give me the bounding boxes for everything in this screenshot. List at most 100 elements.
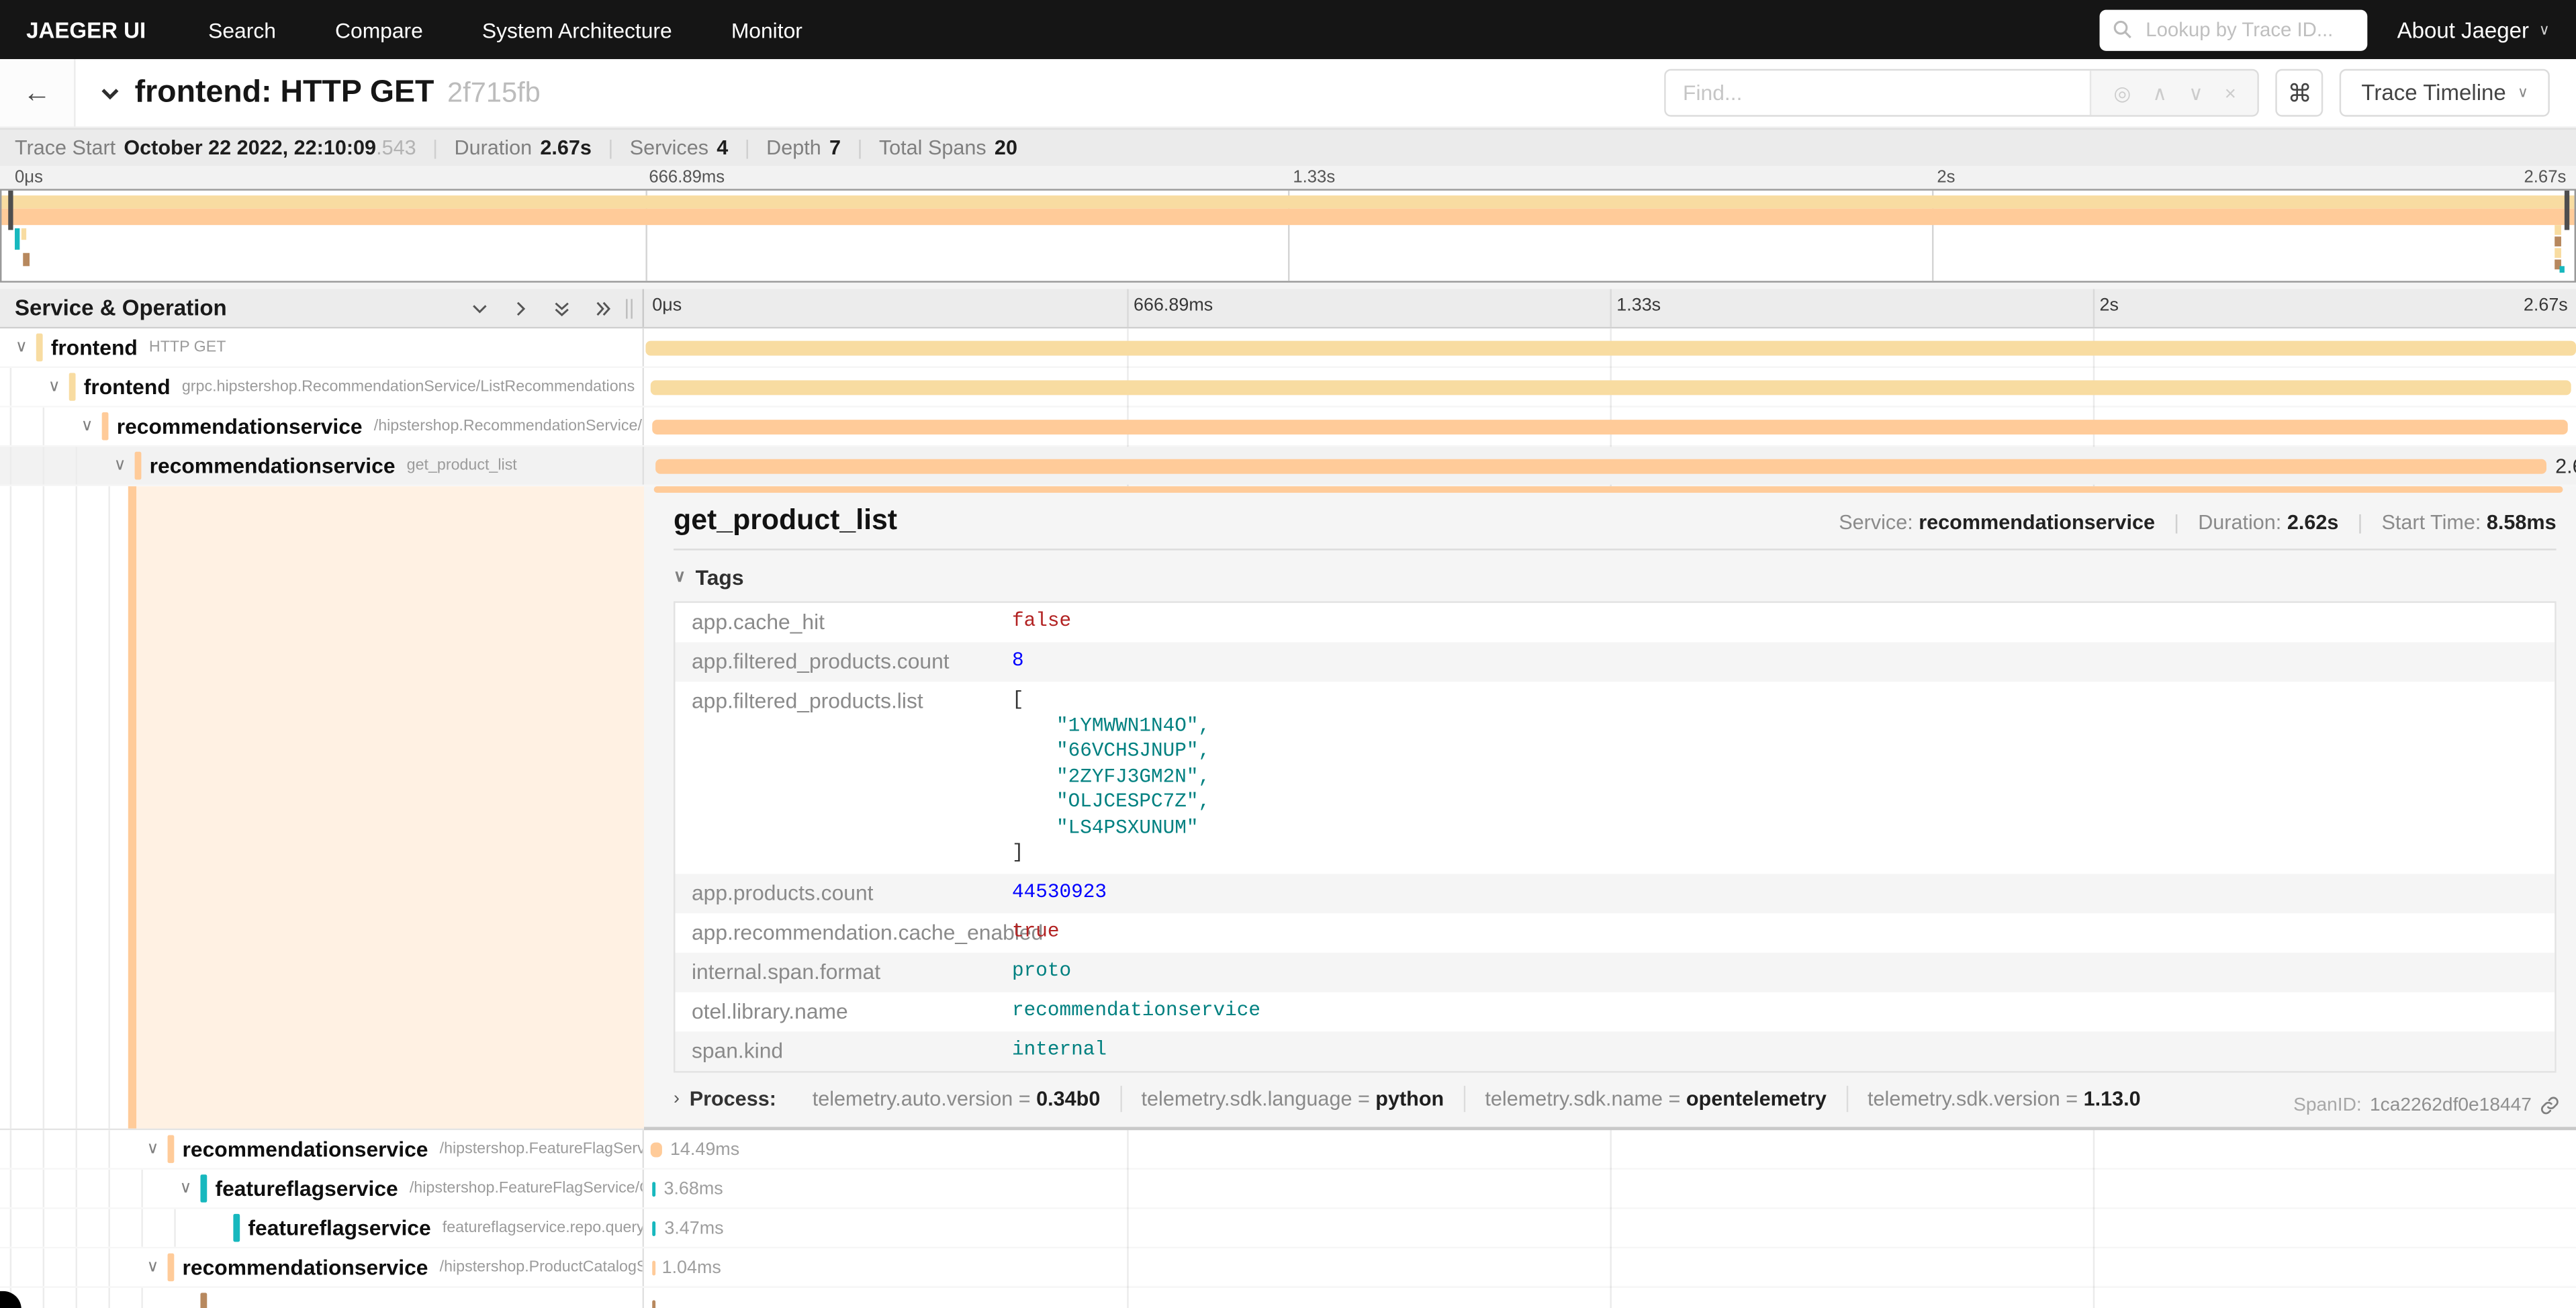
left-scrubber-handle[interactable] bbox=[8, 191, 13, 230]
timeline-minimap[interactable] bbox=[0, 189, 2576, 282]
back-button[interactable]: ← bbox=[0, 59, 76, 126]
span-row[interactable]: ∨recommendationservice/hipstershop.Produ… bbox=[0, 1248, 2576, 1288]
span-bar[interactable] bbox=[651, 1141, 662, 1156]
span-row[interactable]: ∨recommendationservice/hipstershop.Recom… bbox=[0, 408, 2576, 447]
tag-row[interactable]: app.products.count44530923 bbox=[675, 873, 2555, 913]
collapse-one-icon[interactable] bbox=[470, 298, 490, 318]
span-row[interactable]: ∨frontendgrpc.hipstershop.Recommendation… bbox=[0, 368, 2576, 408]
span-bar[interactable] bbox=[650, 379, 2571, 394]
span-row[interactable]: ∨recommendationservice/hipstershop.Featu… bbox=[0, 1130, 2576, 1170]
clear-find-icon[interactable]: × bbox=[2225, 81, 2236, 104]
span-bar[interactable] bbox=[652, 1260, 655, 1274]
tag-row[interactable]: app.filtered_products.count8 bbox=[675, 643, 2555, 682]
chevron-down-icon: ∨ bbox=[674, 569, 686, 586]
span-name-cell[interactable]: ∨frontendgrpc.hipstershop.Recommendation… bbox=[0, 368, 644, 406]
span-timeline-cell[interactable]: 14.49ms bbox=[644, 1130, 2576, 1168]
process-section-toggle[interactable]: › Process: telemetry.auto.version = 0.34… bbox=[674, 1086, 2557, 1109]
span-name-cell[interactable]: ∨frontendHTTP GET bbox=[0, 328, 644, 366]
right-scrubber-handle[interactable] bbox=[2565, 191, 2569, 230]
span-timeline-cell[interactable]: 3.68ms bbox=[644, 1170, 2576, 1207]
keyboard-shortcuts-button[interactable]: ⌘ bbox=[2276, 69, 2324, 117]
chevron-down-icon[interactable]: ∨ bbox=[76, 418, 99, 434]
chevron-down-icon[interactable]: ∨ bbox=[43, 379, 66, 395]
nav-item-search[interactable]: Search bbox=[208, 17, 276, 42]
span-row[interactable] bbox=[0, 1288, 2576, 1308]
service-name: frontend bbox=[84, 375, 171, 400]
jaeger-logo[interactable]: JAEGER UI bbox=[26, 17, 146, 42]
span-name-cell[interactable]: ∨recommendationservice/hipstershop.Produ… bbox=[0, 1248, 644, 1286]
minimap-tick-label: 2s bbox=[1937, 168, 1955, 187]
divider bbox=[674, 549, 2557, 550]
trace-view-selector[interactable]: Trace Timeline ∨ bbox=[2340, 69, 2550, 117]
span-timeline-cell[interactable]: 1.04ms bbox=[644, 1248, 2576, 1286]
span-name-cell[interactable]: ∨recommendationservice/hipstershop.Featu… bbox=[0, 1130, 644, 1168]
column-resizer-handle[interactable] bbox=[626, 298, 633, 318]
span-name-cell[interactable]: ∨recommendationserviceget_product_list bbox=[0, 447, 644, 484]
span-name-cell[interactable]: ∨featureflagservice/hipstershop.FeatureF… bbox=[0, 1170, 644, 1207]
span-bar[interactable] bbox=[653, 1299, 656, 1308]
tree-guide-line bbox=[43, 486, 44, 1129]
tag-row[interactable]: app.recommendation.cache_enabledtrue bbox=[675, 913, 2555, 952]
prev-match-icon[interactable]: ∧ bbox=[2152, 81, 2167, 104]
span-bar[interactable] bbox=[655, 459, 2547, 473]
nav-item-compare[interactable]: Compare bbox=[335, 17, 423, 42]
chevron-down-icon[interactable]: ∨ bbox=[10, 339, 33, 355]
collapse-all-icon[interactable] bbox=[552, 298, 571, 318]
span-timeline-cell[interactable] bbox=[644, 328, 2576, 366]
nav-item-monitor[interactable]: Monitor bbox=[731, 17, 802, 42]
span-row[interactable]: ∨recommendationserviceget_product_list 2.… bbox=[0, 447, 2576, 486]
tags-section-toggle[interactable]: ∨ Tags bbox=[674, 565, 744, 590]
chevron-down-icon[interactable]: ∨ bbox=[108, 457, 131, 473]
trace-id-lookup[interactable] bbox=[2100, 9, 2368, 50]
stat-label: Duration bbox=[455, 136, 533, 159]
span-timeline-cell[interactable]: 3.47ms bbox=[644, 1209, 2576, 1247]
tag-value-text: 8 bbox=[1012, 649, 1024, 671]
timeline-tick-label: 2.67s bbox=[2524, 295, 2568, 315]
tag-row[interactable]: span.kindinternal bbox=[675, 1031, 2555, 1070]
chevron-down-icon[interactable]: ∨ bbox=[174, 1180, 197, 1197]
next-match-icon[interactable]: ∨ bbox=[2189, 81, 2203, 104]
span-duration-label: 2.62s bbox=[2555, 454, 2576, 477]
span-bar[interactable] bbox=[646, 340, 2576, 355]
find-controls: ◎ ∧ ∨ × bbox=[2090, 71, 2258, 115]
span-row[interactable]: ∨featureflagservice/hipstershop.FeatureF… bbox=[0, 1170, 2576, 1209]
span-timeline-cell[interactable]: 2.62s bbox=[644, 447, 2576, 484]
span-name-cell[interactable]: featureflagservicefeatureflagservice.rep… bbox=[0, 1209, 644, 1247]
span-row[interactable]: ∨frontendHTTP GET bbox=[0, 328, 2576, 368]
expand-all-icon[interactable] bbox=[593, 298, 612, 318]
chevron-down-icon[interactable]: ∨ bbox=[141, 1141, 164, 1157]
trace-id-lookup-input[interactable] bbox=[2142, 16, 2354, 42]
focus-match-icon[interactable]: ◎ bbox=[2113, 81, 2131, 104]
span-timeline-cell[interactable] bbox=[644, 408, 2576, 445]
tree-guide-line bbox=[174, 1209, 175, 1247]
span-timeline-cell[interactable] bbox=[644, 368, 2576, 406]
minimap-gap bbox=[0, 283, 2576, 289]
span-timeline-cell[interactable] bbox=[644, 1288, 2576, 1308]
link-icon[interactable] bbox=[2540, 1096, 2559, 1115]
find-input[interactable] bbox=[1667, 71, 2090, 115]
span-name-cell[interactable] bbox=[0, 1288, 644, 1308]
stat-value: 2.67s bbox=[540, 136, 592, 159]
tree-guide-line bbox=[10, 1248, 11, 1286]
span-name-cell[interactable]: ∨recommendationservice/hipstershop.Recom… bbox=[0, 408, 644, 445]
trace-view-selector-label: Trace Timeline bbox=[2361, 81, 2505, 105]
process-attribute: telemetry.sdk.language = python bbox=[1120, 1085, 1464, 1111]
tag-row[interactable]: otel.library.namerecommendationservice bbox=[675, 991, 2555, 1031]
tags-table: app.cache_hitfalseapp.filtered_products.… bbox=[674, 601, 2557, 1072]
tag-row[interactable]: internal.span.formatproto bbox=[675, 952, 2555, 992]
expand-one-icon[interactable] bbox=[511, 298, 531, 318]
collapse-trace-header-button[interactable] bbox=[99, 81, 122, 104]
tag-row[interactable]: app.cache_hitfalse bbox=[675, 603, 2555, 643]
span-bar[interactable] bbox=[652, 1181, 655, 1196]
span-duration-label: 3.68ms bbox=[663, 1178, 723, 1198]
nav-item-system-architecture[interactable]: System Architecture bbox=[482, 17, 672, 42]
about-jaeger-menu[interactable]: About Jaeger ∨ bbox=[2397, 17, 2550, 42]
span-bar[interactable] bbox=[653, 419, 2569, 434]
span-row[interactable]: featureflagservicefeatureflagservice.rep… bbox=[0, 1209, 2576, 1249]
trace-stat: Trace StartOctober 22 2022, 22:10:09.543 bbox=[15, 136, 416, 159]
tag-row[interactable]: app.filtered_products.list["1YMWWN1N4O",… bbox=[675, 682, 2555, 873]
span-bar[interactable] bbox=[653, 1221, 656, 1235]
chevron-down-icon[interactable]: ∨ bbox=[141, 1259, 164, 1275]
tree-guide-line bbox=[43, 408, 44, 445]
span-color-strip bbox=[128, 486, 136, 1129]
